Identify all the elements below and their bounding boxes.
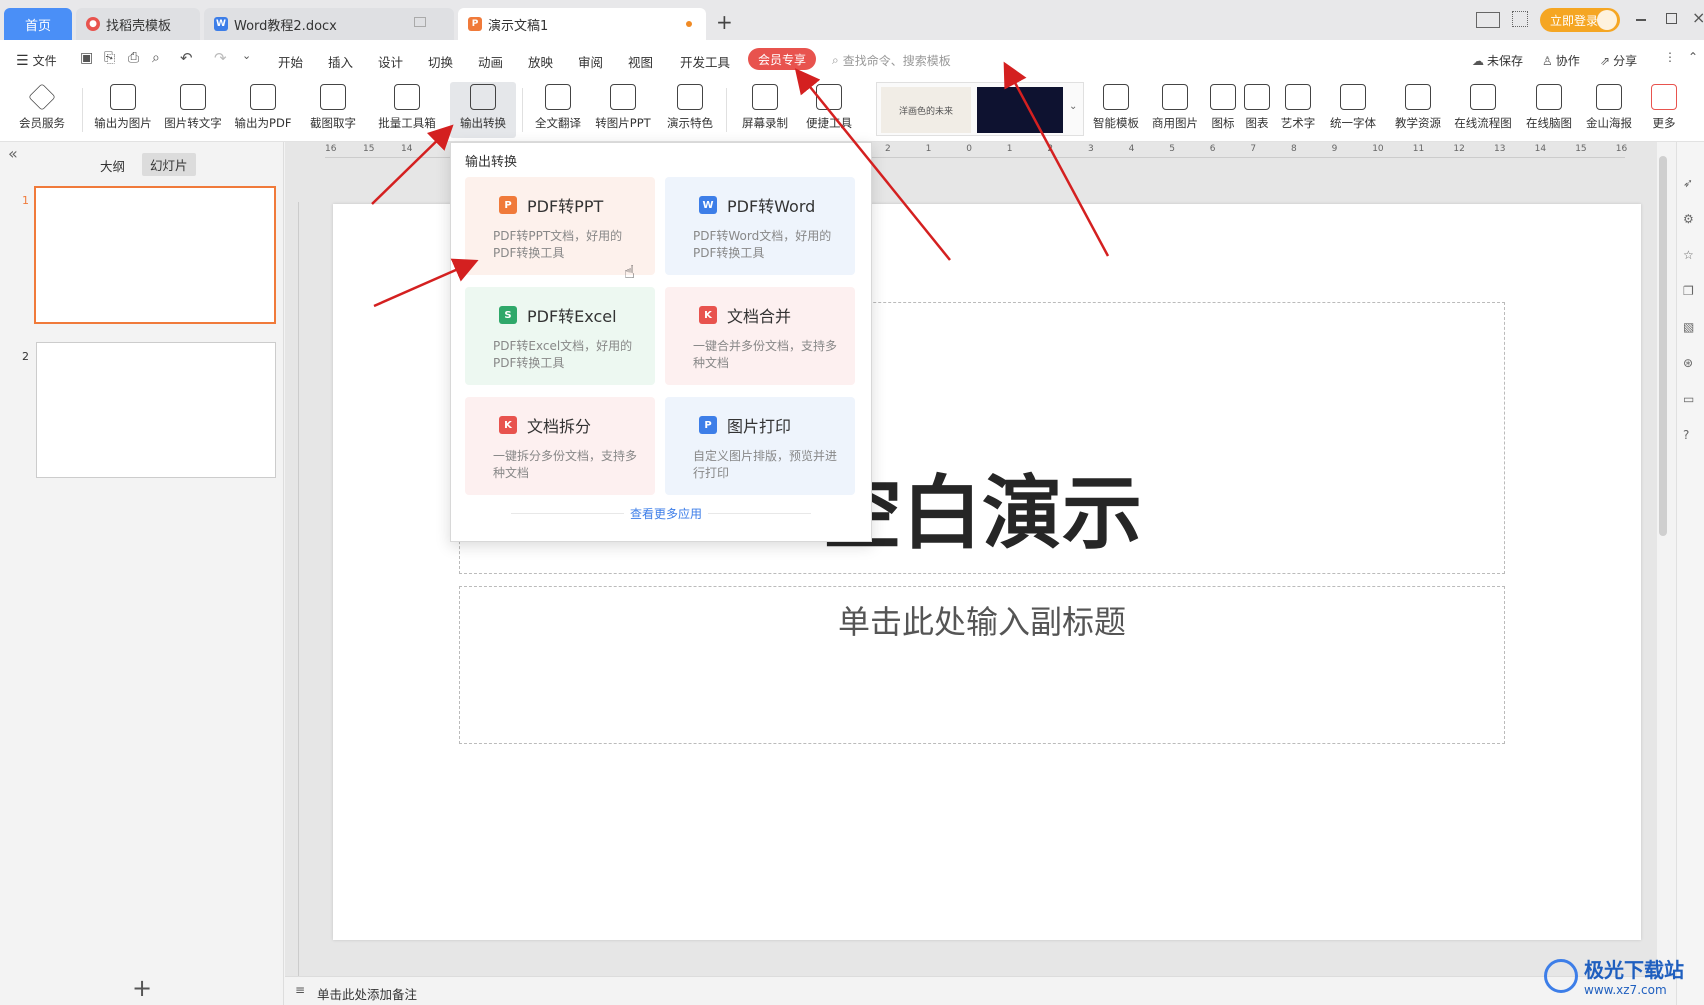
annotation-arrows — [371, 61, 1110, 308]
watermark: 极光下载站 www.xz7.com — [1544, 954, 1684, 997]
watermark-name: 极光下载站 — [1584, 958, 1684, 982]
arrow — [794, 68, 951, 261]
arrow — [1003, 61, 1110, 257]
watermark-logo-icon — [1544, 958, 1578, 993]
watermark-url: www.xz7.com — [1584, 983, 1667, 997]
arrow — [373, 258, 479, 308]
arrow — [371, 124, 454, 205]
